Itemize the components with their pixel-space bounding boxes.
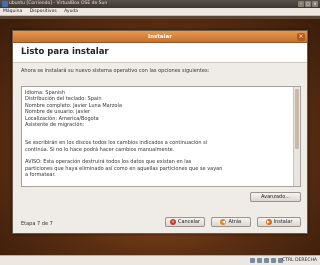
host-window-controls: – □ × <box>298 1 318 7</box>
host-window-title: ubuntu [Corriendo] - VirtualBox OSE de S… <box>9 1 108 6</box>
dialog-titlebar: Instalar × <box>13 31 307 43</box>
status-icons <box>250 258 283 263</box>
back-button[interactable]: ◀ Atrás <box>211 217 251 227</box>
host-key-label: CTRL DERECHA <box>282 258 317 263</box>
advanced-button[interactable]: Avanzado... <box>250 192 301 202</box>
dialog-header: Listo para instalar <box>13 43 307 63</box>
summary-disk-notice: Se escribirán en los discos todos los ca… <box>25 140 297 153</box>
install-dialog: Instalar × Listo para instalar Ahora se … <box>12 30 308 234</box>
menu-dispositivos[interactable]: Dispositivos <box>30 9 57 14</box>
cancel-button-label: Cancelar <box>177 219 201 225</box>
summary-textarea[interactable]: Idioma: Spanish Distribución del teclado… <box>21 86 301 187</box>
summary-warning: AVISO: Esta operación destruirá todos lo… <box>25 159 297 178</box>
minimize-icon[interactable]: – <box>298 1 304 7</box>
host-titlebar: ubuntu [Corriendo] - VirtualBox OSE de S… <box>0 0 320 8</box>
back-button-label: Atrás <box>228 219 242 225</box>
intro-text: Ahora se instalará su nuevo sistema oper… <box>21 68 210 74</box>
host-statusbar: CTRL DERECHA <box>0 255 320 265</box>
close-icon[interactable]: × <box>312 1 318 7</box>
advanced-button-label: Avanzado... <box>261 194 290 200</box>
virtualbox-icon <box>2 1 8 7</box>
install-button[interactable]: ▶ Instalar <box>257 217 301 227</box>
hard-disk-icon[interactable] <box>250 258 255 263</box>
dialog-title: Instalar <box>148 34 172 40</box>
network-icon[interactable] <box>264 258 269 263</box>
usb-icon[interactable] <box>271 258 276 263</box>
host-menubar: Máquina Dispositivos Ayuda <box>0 8 320 16</box>
menu-maquina[interactable]: Máquina <box>3 9 22 14</box>
cancel-button[interactable]: × Cancelar <box>165 217 205 227</box>
dialog-close-icon[interactable]: × <box>297 33 305 41</box>
scrollbar-thumb[interactable] <box>295 89 299 149</box>
guest-top-panel <box>0 16 320 19</box>
page-title: Listo para instalar <box>21 47 109 57</box>
back-arrow-icon: ◀ <box>220 219 227 225</box>
cancel-icon: × <box>169 219 176 225</box>
step-indicator: Etapa 7 de 7 <box>21 221 53 227</box>
summary-settings: Idioma: Spanish Distribución del teclado… <box>25 90 297 128</box>
cd-icon[interactable] <box>257 258 262 263</box>
summary-line: a formatear. <box>25 172 56 179</box>
maximize-icon[interactable]: □ <box>305 1 311 7</box>
summary-scrollbar[interactable] <box>293 87 300 186</box>
menu-ayuda[interactable]: Ayuda <box>64 9 78 14</box>
install-icon: ▶ <box>265 219 272 225</box>
install-button-label: Instalar <box>273 219 293 225</box>
